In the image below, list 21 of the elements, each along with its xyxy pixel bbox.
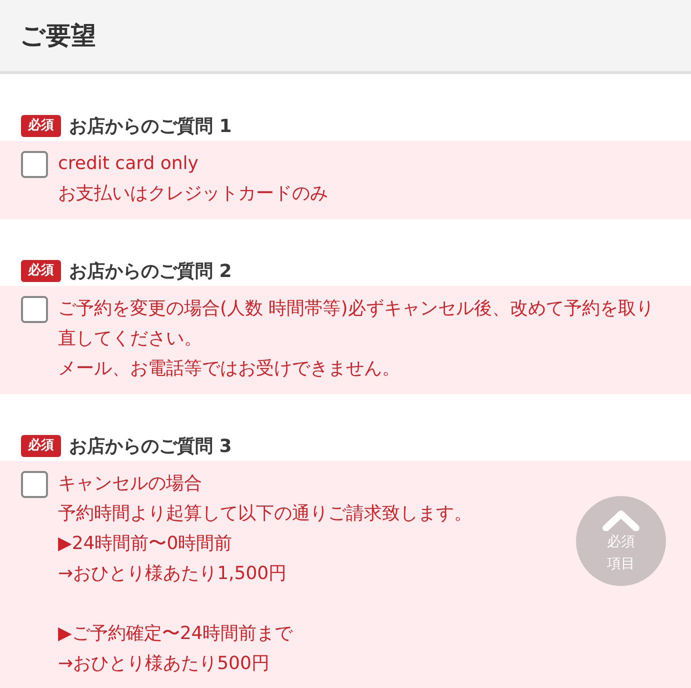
option-text: →おひとり様あたり500円	[58, 652, 270, 676]
required-badge: 必須	[21, 114, 61, 138]
question-title: お店からのご質問 2	[69, 260, 232, 284]
checkbox[interactable]	[21, 296, 48, 323]
option-text: 予約時間より起算して以下の通りご請求致します。	[58, 502, 472, 526]
question-title: お店からのご質問 3	[69, 434, 232, 458]
option-text: →おひとり様あたり1,500円	[58, 562, 288, 586]
required-badge: 必須	[21, 260, 61, 282]
option-text: お支払いはクレジットカードのみ	[58, 182, 328, 206]
option-text: メール、お電話等ではお受けできません。	[58, 357, 401, 381]
option-text: ▶ご予約確定〜24時間前まで	[58, 622, 294, 646]
required-badge: 必須	[21, 434, 61, 458]
option-text: キャンセルの場合	[58, 472, 203, 496]
checkbox[interactable]	[21, 471, 48, 498]
checkbox[interactable]	[21, 151, 48, 178]
chevron-up-icon	[602, 509, 640, 531]
option-text: ご予約を変更の場合(人数 時間帯等)必ずキャンセル後、改めて予約を取り直してください。	[58, 297, 655, 351]
option-text: credit card only	[58, 152, 200, 176]
option-text: ▶24時間前〜0時間前	[58, 532, 234, 556]
section-title: ご要望	[20, 20, 96, 52]
question-title: お店からのご質問 1	[69, 114, 232, 138]
